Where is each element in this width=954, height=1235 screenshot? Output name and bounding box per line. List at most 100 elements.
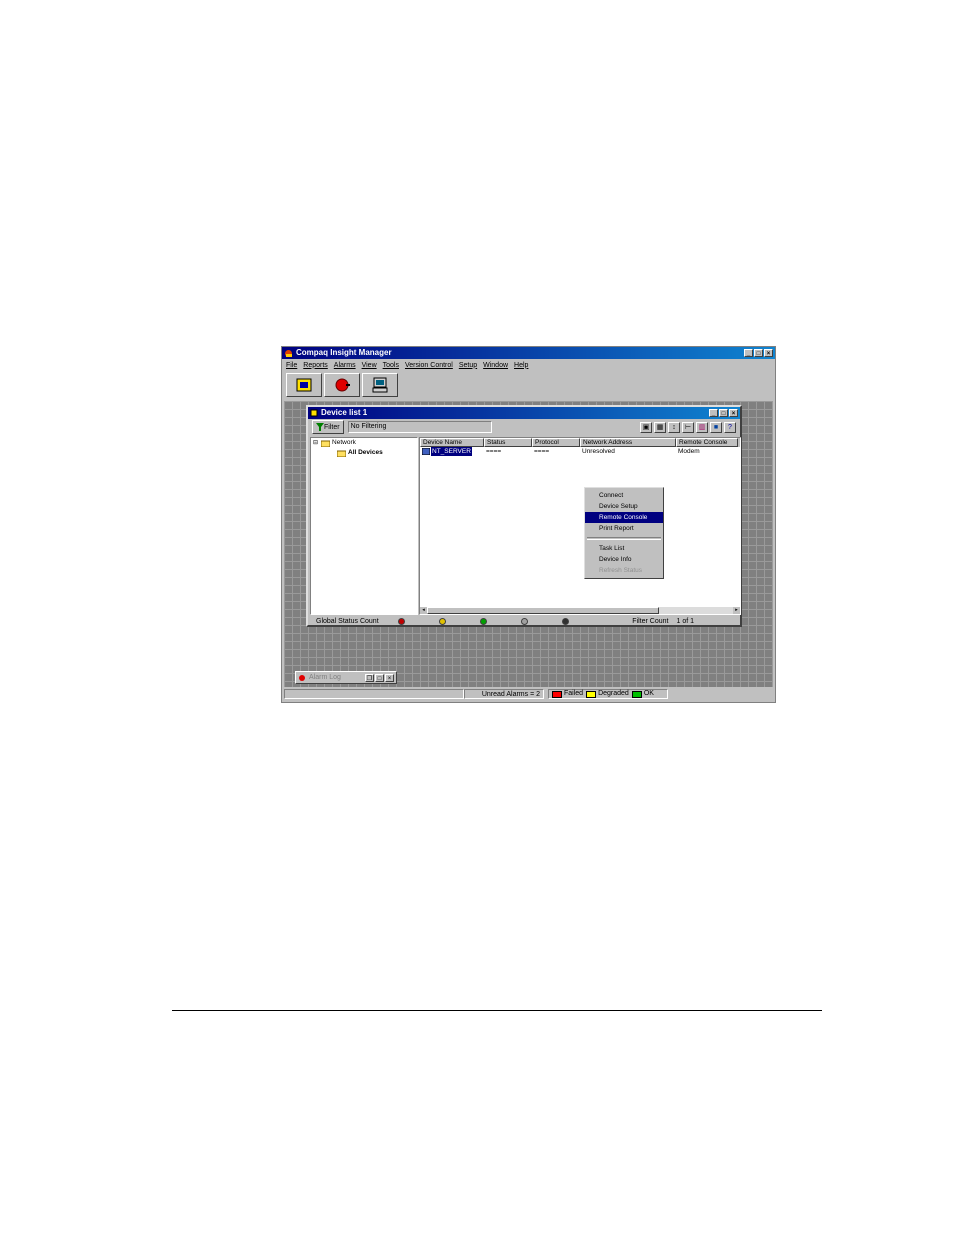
- device-list-icon: [296, 378, 312, 392]
- menu-view[interactable]: View: [362, 362, 377, 369]
- menu-window[interactable]: Window: [483, 362, 508, 369]
- failed-status-icon: [397, 617, 405, 625]
- app-icon: [285, 349, 292, 357]
- scroll-thumb[interactable]: [427, 607, 659, 614]
- alarm-icon: [335, 378, 350, 392]
- device-list-title: Device list 1: [321, 408, 368, 417]
- ok-legend-icon: [631, 690, 642, 698]
- col-protocol[interactable]: Protocol: [532, 438, 580, 447]
- computer-button[interactable]: [362, 373, 398, 397]
- device-list: Device Name Status Protocol Network Addr…: [419, 437, 741, 615]
- alarm-close-button[interactable]: ×: [385, 673, 394, 682]
- filter-button-label: Filter: [324, 423, 340, 431]
- tree-node-network[interactable]: ⊟ Network: [311, 438, 417, 448]
- monitor-icon: ■: [713, 423, 719, 431]
- table-row[interactable]: NT_SERVER ==== ==== Unresolved Modem: [420, 447, 740, 456]
- filter-count-label: Filter Count: [632, 617, 669, 625]
- tree-all-devices-label: All Devices: [348, 449, 383, 456]
- menu-tools[interactable]: Tools: [383, 362, 399, 369]
- open-folder-icon: [337, 450, 346, 457]
- alarm-log-minimized[interactable]: Alarm Log ❐ □ ×: [295, 671, 397, 684]
- col-status[interactable]: Status: [484, 438, 532, 447]
- page-rule: [172, 1010, 822, 1011]
- minimize-button[interactable]: _: [744, 349, 753, 357]
- device-list-button[interactable]: [286, 373, 322, 397]
- horizontal-scrollbar[interactable]: ◂ ▸: [420, 607, 740, 614]
- failed-legend-icon: [552, 690, 562, 698]
- sort-button[interactable]: ↕: [668, 421, 680, 433]
- sort-icon: ↕: [672, 423, 676, 431]
- degraded-legend-icon: [586, 690, 597, 698]
- filter-field[interactable]: No Filtering: [347, 421, 492, 433]
- folder-icon: ▣: [642, 423, 650, 431]
- global-status-row: Global Status Count Filter Count 1 of 1: [310, 615, 740, 627]
- alarm-icon: [299, 674, 305, 681]
- degraded-status-icon: [438, 617, 446, 625]
- menu-file[interactable]: File: [286, 362, 297, 369]
- menu-alarms[interactable]: Alarms: [334, 362, 356, 369]
- alarm-restore-button[interactable]: ❐: [365, 673, 374, 682]
- device-name-cell: NT_SERVER: [431, 447, 472, 456]
- menu-setup[interactable]: Setup: [459, 362, 477, 369]
- menu-item-connect[interactable]: Connect: [585, 490, 663, 501]
- tree-network-label: Network: [332, 439, 356, 446]
- main-toolbar: [282, 371, 775, 399]
- status-legend: Failed Degraded OK: [548, 689, 668, 699]
- menu-item-device-setup[interactable]: Device Setup: [585, 501, 663, 512]
- menu-separator: [587, 537, 661, 540]
- tree-node-all-devices[interactable]: All Devices: [311, 448, 417, 458]
- close-button[interactable]: ×: [764, 349, 773, 357]
- computer-icon: [372, 377, 388, 393]
- insight-manager-window: Compaq Insight Manager _ □ × File Report…: [281, 346, 776, 703]
- unknown-status-icon: [520, 617, 528, 625]
- menu-item-device-info[interactable]: Device Info: [585, 554, 663, 565]
- scroll-right-icon[interactable]: ▸: [733, 607, 740, 614]
- menu-item-print-report[interactable]: Print Report: [585, 523, 663, 534]
- bars-icon: ▥: [698, 423, 706, 431]
- help-button[interactable]: ?: [724, 421, 736, 433]
- alarm-maximize-button[interactable]: □: [375, 673, 384, 682]
- device-list-window-icon: [310, 409, 318, 417]
- grid-button[interactable]: ▦: [654, 421, 666, 433]
- col-device-name[interactable]: Device Name: [420, 438, 484, 447]
- app-title: Compaq Insight Manager: [296, 348, 392, 357]
- menu-item-remote-console[interactable]: Remote Console: [585, 512, 663, 523]
- menu-item-task-list[interactable]: Task List: [585, 543, 663, 554]
- menu-reports[interactable]: Reports: [303, 362, 328, 369]
- maximize-button[interactable]: □: [754, 349, 763, 357]
- collapse-icon[interactable]: ⊟: [313, 438, 318, 448]
- col-network-address[interactable]: Network Address: [580, 438, 676, 447]
- offline-status-icon: [561, 617, 569, 625]
- tree-button[interactable]: ⊢: [682, 421, 694, 433]
- monitor-button[interactable]: ■: [710, 421, 722, 433]
- tree-icon: ⊢: [684, 423, 692, 431]
- global-status-label: Global Status Count: [316, 617, 379, 625]
- unread-alarms: Unread Alarms = 2: [464, 689, 544, 699]
- filter-button[interactable]: Filter: [312, 420, 344, 434]
- col-remote-console[interactable]: Remote Console: [676, 438, 738, 447]
- context-menu: Connect Device Setup Remote Console Prin…: [584, 487, 664, 579]
- folder-button[interactable]: ▣: [640, 421, 652, 433]
- menu-item-refresh-status: Refresh Status: [599, 567, 642, 574]
- grid-icon: ▦: [656, 423, 664, 431]
- ok-status-icon: [479, 617, 487, 625]
- device-list-titlebar[interactable]: Device list 1 _ □ ×: [308, 407, 740, 419]
- app-titlebar[interactable]: Compaq Insight Manager _ □ ×: [282, 347, 775, 359]
- device-minimize-button[interactable]: _: [709, 409, 718, 417]
- bars-button[interactable]: ▥: [696, 421, 708, 433]
- device-maximize-button[interactable]: □: [719, 409, 728, 417]
- help-icon: ?: [728, 423, 732, 431]
- console-cell: Modem: [678, 448, 700, 455]
- server-icon: [422, 448, 430, 455]
- folder-icon: [321, 440, 331, 447]
- mdi-workspace: Device list 1 _ □ × Filter No Filtering …: [284, 401, 773, 689]
- filter-count-value: 1 of 1: [676, 617, 694, 625]
- alarm-button[interactable]: [324, 373, 360, 397]
- scroll-left-icon[interactable]: ◂: [420, 607, 427, 614]
- menubar: File Reports Alarms View Tools Version C…: [282, 359, 775, 371]
- device-close-button[interactable]: ×: [729, 409, 738, 417]
- menu-help[interactable]: Help: [514, 362, 528, 369]
- statusbar-blank-cell: [284, 689, 464, 699]
- menu-version-control[interactable]: Version Control: [405, 362, 453, 369]
- protocol-cell: ====: [534, 448, 550, 455]
